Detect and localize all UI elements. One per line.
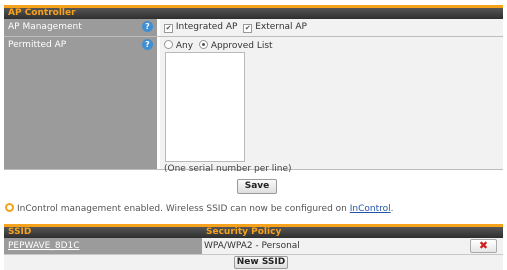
info-icon: [5, 203, 14, 212]
table-row: PEPWAVE_8D1C WPA/WPA2 - Personal ✖: [4, 238, 503, 255]
delete-icon: ✖: [478, 239, 489, 252]
col-policy-header: Security Policy: [206, 227, 282, 237]
help-icon[interactable]: ?: [142, 39, 153, 50]
info-suffix: .: [390, 204, 394, 214]
ssid-policy: WPA/WPA2 - Personal: [204, 241, 300, 251]
ap-management-value-cell: ✔ Integrated AP ✔ External AP: [160, 19, 503, 36]
info-text: InControl management enabled. Wireless S…: [17, 204, 350, 214]
any-radio[interactable]: [164, 40, 173, 49]
col-ssid-header: SSID: [8, 227, 32, 237]
integrated-ap-checkbox[interactable]: ✔: [164, 24, 173, 33]
serial-number-textarea[interactable]: [165, 52, 245, 162]
serial-hint: (One serial number per line): [164, 164, 292, 174]
ap-management-row: AP Management ? ✔ Integrated AP ✔ Extern…: [4, 19, 503, 37]
permitted-ap-row: Permitted AP ? Any Approved List (One se…: [4, 37, 503, 174]
new-ssid-button[interactable]: New SSID: [234, 256, 288, 269]
section-title: AP Controller: [8, 8, 76, 18]
integrated-ap-label: Integrated AP: [175, 22, 238, 32]
approved-list-radio[interactable]: [198, 40, 208, 49]
external-ap-label: External AP: [255, 22, 307, 32]
help-icon[interactable]: ?: [142, 21, 153, 32]
permitted-ap-label: Permitted AP: [8, 40, 67, 50]
section-header: AP Controller: [4, 5, 503, 19]
new-ssid-row: New SSID: [4, 255, 503, 270]
any-label: Any: [175, 41, 194, 51]
permitted-ap-value-cell: Any Approved List (One serial number per…: [160, 37, 503, 174]
permitted-ap-label-cell: Permitted AP ?: [4, 37, 157, 169]
save-button[interactable]: Save: [237, 179, 277, 194]
incontrol-info: InControl management enabled. Wireless S…: [5, 203, 394, 214]
ap-management-label: AP Management: [8, 22, 82, 32]
incontrol-link[interactable]: InControl: [350, 204, 391, 214]
ssid-table-header: SSID Security Policy: [4, 224, 503, 238]
approved-list-label: Approved List: [210, 41, 273, 51]
ssid-link[interactable]: PEPWAVE_8D1C: [4, 238, 202, 254]
delete-ssid-button[interactable]: ✖: [470, 239, 497, 253]
external-ap-checkbox[interactable]: ✔: [243, 24, 253, 33]
ap-management-label-cell: AP Management ?: [4, 19, 157, 36]
